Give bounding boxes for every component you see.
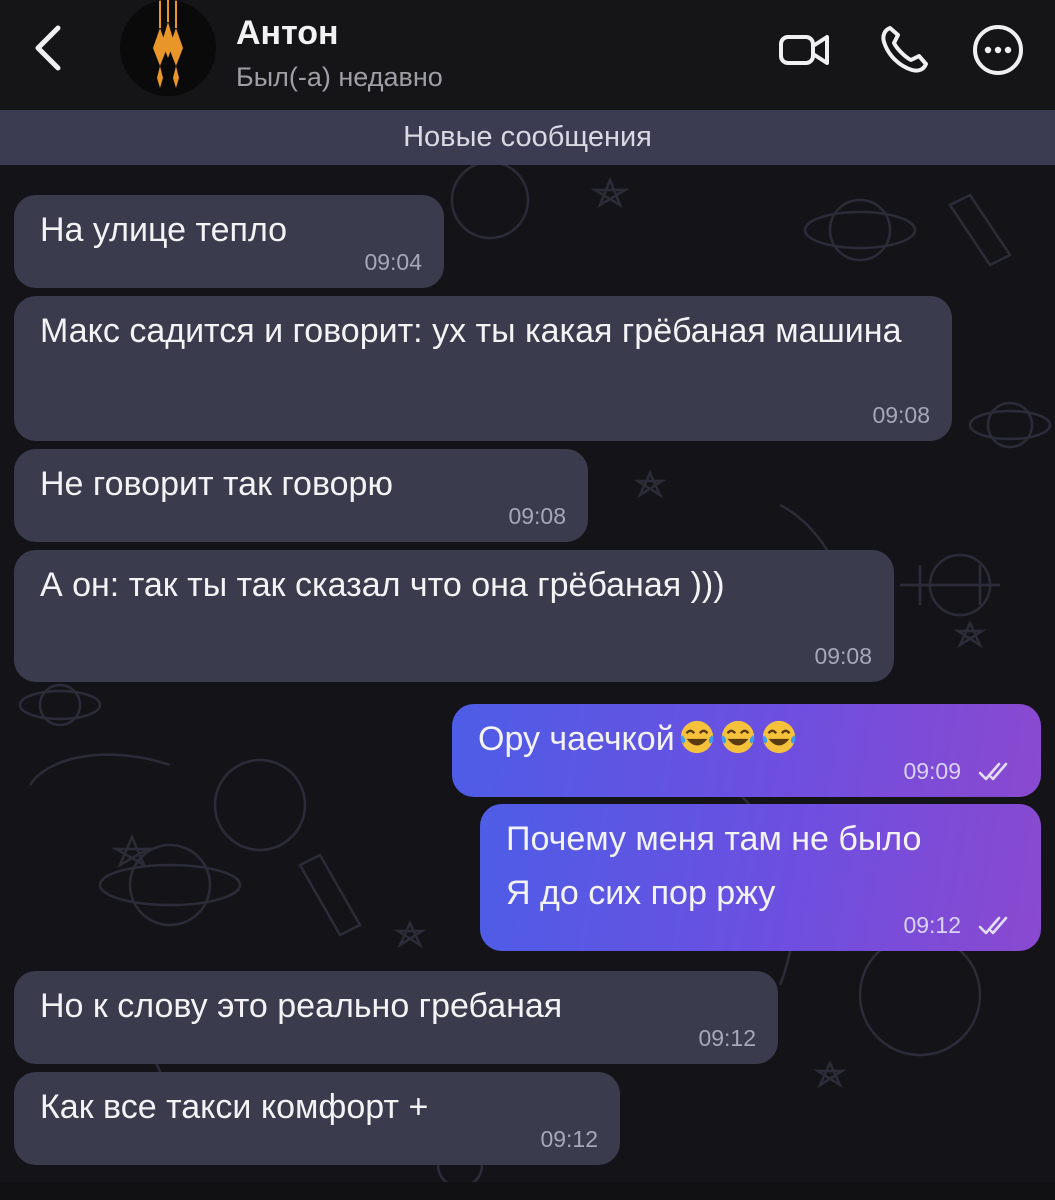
- phone-icon[interactable]: [876, 22, 932, 78]
- message-bubble-incoming[interactable]: Как все такси комфорт + 09:12: [14, 1072, 620, 1165]
- message-text: Но к слову это реально гребаная: [40, 987, 563, 1025]
- tears-of-joy-emoji-icon: [762, 720, 795, 754]
- message-text: Как все такси комфорт +: [40, 1088, 429, 1126]
- back-arrow-icon[interactable]: [28, 22, 72, 74]
- message-bubble-outgoing[interactable]: Ору чаечкой 09:09: [452, 704, 1041, 797]
- message-time: 09:08: [508, 503, 566, 529]
- contact-name[interactable]: Антон: [236, 14, 339, 53]
- message-time: 09:12: [698, 1025, 756, 1051]
- avatar[interactable]: [120, 0, 216, 96]
- more-options-icon[interactable]: [970, 22, 1026, 78]
- message-time: 09:12: [540, 1126, 598, 1152]
- read-double-check-icon: [978, 762, 1008, 781]
- message-bubble-outgoing[interactable]: Почему меня там не было Я до сих пор ржу…: [480, 804, 1041, 951]
- bottom-bar: [0, 1182, 1055, 1200]
- message-time: 09:08: [814, 643, 872, 669]
- tears-of-joy-emoji-icon: [680, 720, 713, 754]
- message-bubble-incoming[interactable]: Не говорит так говорю 09:08: [14, 449, 588, 542]
- message-text-content: Ору чаечкой: [478, 720, 675, 758]
- message-bubble-incoming[interactable]: Макс садится и говорит: ух ты какая грёб…: [14, 296, 952, 441]
- tears-of-joy-emoji-icon: [721, 720, 754, 754]
- message-time: 09:08: [872, 402, 930, 428]
- message-text: Макс садится и говорит: ух ты какая грёб…: [40, 312, 902, 350]
- video-call-icon[interactable]: [776, 22, 832, 78]
- message-bubble-incoming[interactable]: А он: так ты так сказал что она грёбаная…: [14, 550, 894, 682]
- message-time: 09:04: [364, 249, 422, 275]
- message-text: Почему меня там не было Я до сих пор ржу: [506, 820, 922, 912]
- message-bubble-incoming[interactable]: На улице тепло 09:04: [14, 195, 444, 288]
- message-bubble-incoming[interactable]: Но к слову это реально гребаная 09:12: [14, 971, 778, 1064]
- new-messages-banner: Новые сообщения: [0, 110, 1055, 165]
- contact-status: Был(-а) недавно: [236, 62, 443, 92]
- message-text: Не говорит так говорю: [40, 465, 393, 503]
- message-text: На улице тепло: [40, 211, 288, 249]
- message-time: 09:12: [903, 912, 961, 938]
- chat-header: Антон Был(-а) недавно: [0, 0, 1055, 110]
- message-text: А он: так ты так сказал что она грёбаная…: [40, 566, 725, 604]
- message-time: 09:09: [903, 758, 961, 784]
- avatar-logo-icon: [153, 0, 183, 88]
- read-double-check-icon: [978, 916, 1008, 935]
